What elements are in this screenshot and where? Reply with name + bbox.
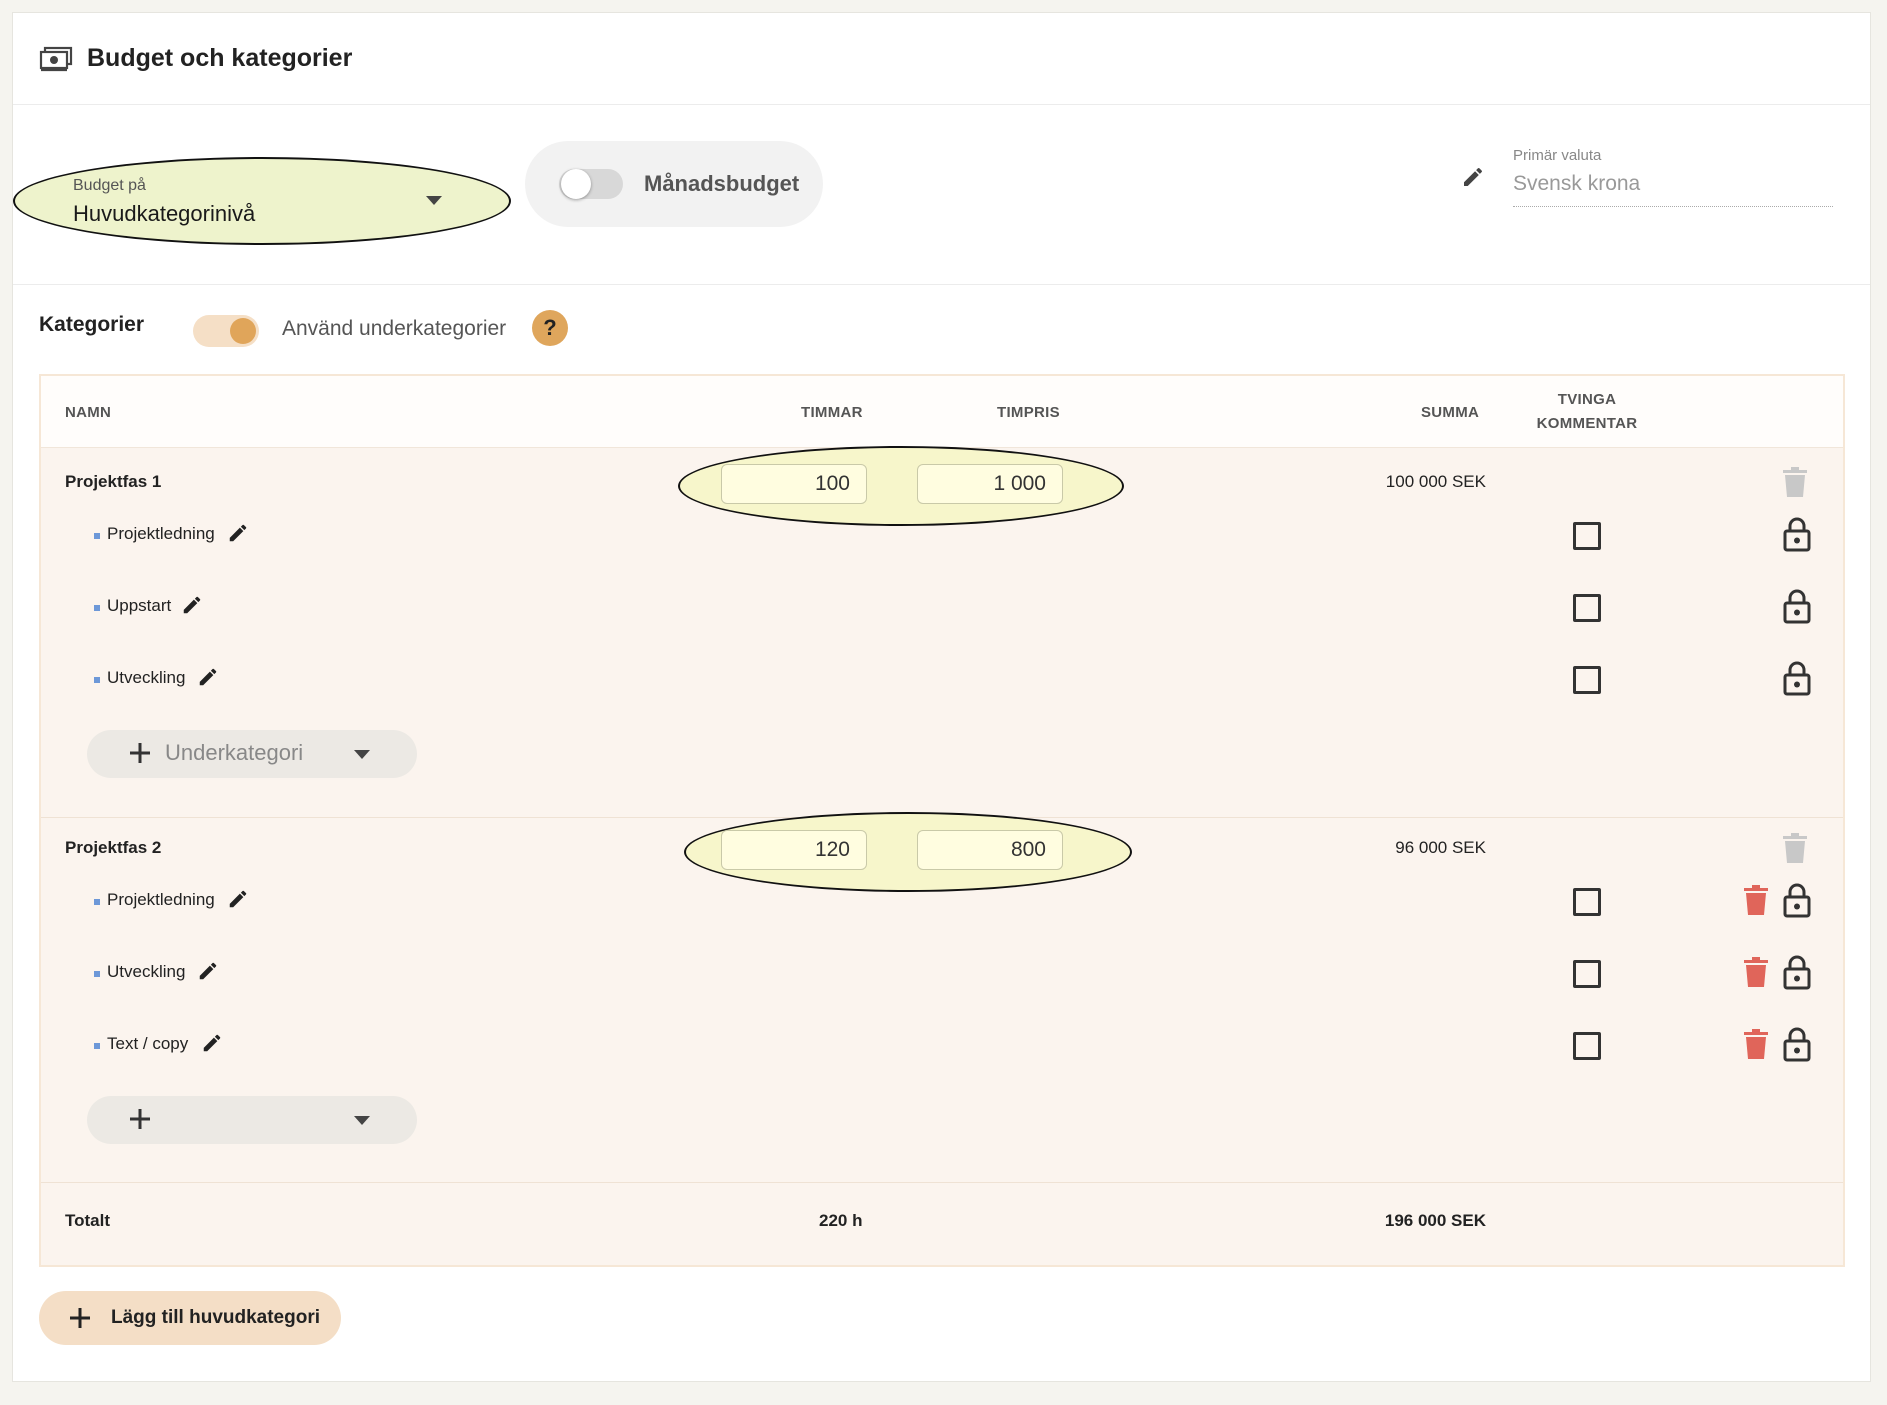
column-force-comment: TVINGA KOMMENTAR bbox=[1531, 388, 1643, 436]
subcategory-row: Text / copy bbox=[41, 1010, 1843, 1082]
monthly-budget-label: Månadsbudget bbox=[644, 171, 800, 196]
force-comment-checkbox[interactable] bbox=[1573, 594, 1601, 622]
subcategory-name: Projektledning bbox=[107, 890, 215, 909]
budget-card: Budget och kategorier Budget på Huvudkat… bbox=[12, 12, 1871, 1382]
currency-field[interactable]: Primär valuta Svensk krona bbox=[1513, 147, 1833, 207]
lock-icon[interactable] bbox=[1782, 954, 1812, 990]
column-force-comment-line1: TVINGA bbox=[1557, 391, 1617, 408]
lock-icon[interactable] bbox=[1782, 882, 1812, 918]
plus-icon bbox=[70, 1308, 90, 1328]
currency-label: Primär valuta bbox=[1513, 147, 1602, 164]
subcategory-row: Utveckling bbox=[41, 938, 1843, 1010]
use-subcategories-label: Använd underkategorier bbox=[282, 317, 507, 340]
add-main-category-button[interactable]: Lägg till huvudkategori bbox=[39, 1291, 341, 1345]
card-header: Budget och kategorier bbox=[13, 13, 1870, 105]
trash-icon[interactable] bbox=[1744, 957, 1768, 987]
trash-icon[interactable] bbox=[1744, 885, 1768, 915]
chevron-down-icon bbox=[426, 196, 442, 205]
budget-on-value: Huvudkategorinivå bbox=[73, 201, 256, 226]
bullet bbox=[94, 971, 100, 977]
chevron-down-icon bbox=[354, 1116, 370, 1125]
plus-icon bbox=[130, 743, 150, 763]
column-force-comment-line2: KOMMENTAR bbox=[1536, 415, 1638, 432]
total-sum: 196 000 SEK bbox=[1384, 1211, 1486, 1230]
category-sum: 100 000 SEK bbox=[1385, 472, 1486, 491]
subcategory-name: Utveckling bbox=[107, 962, 186, 981]
add-subcategory-label: Underkategori bbox=[165, 740, 304, 765]
subcategory-row: Projektledning bbox=[41, 866, 1843, 938]
add-subcategory-button[interactable]: Underkategori bbox=[87, 730, 417, 778]
pencil-icon[interactable] bbox=[181, 594, 203, 616]
categories-header: Kategorier Använd underkategorier ? bbox=[13, 285, 1870, 375]
pencil-icon[interactable] bbox=[227, 888, 249, 910]
force-comment-checkbox[interactable] bbox=[1573, 666, 1601, 694]
main-category-name: Projektfas 2 bbox=[65, 838, 162, 857]
category-group: Projektfas 1 100 1 000 100 000 SEK Proje… bbox=[41, 446, 1843, 778]
hours-input[interactable]: 120 bbox=[721, 830, 867, 870]
monthly-budget-toggle[interactable] bbox=[559, 169, 623, 199]
bullet bbox=[94, 1043, 100, 1049]
bullet bbox=[94, 899, 100, 905]
subcategory-row: Projektledning bbox=[41, 500, 1843, 572]
use-subcategories-toggle[interactable] bbox=[193, 315, 259, 347]
category-group: Projektfas 2 120 800 96 000 SEK Projektl… bbox=[41, 812, 1843, 1174]
budget-on-select[interactable]: Budget på Huvudkategorinivå bbox=[13, 157, 513, 247]
toggle-knob bbox=[561, 169, 591, 199]
lock-icon[interactable] bbox=[1782, 1026, 1812, 1062]
subcategory-name: Utveckling bbox=[107, 668, 186, 687]
lock-icon[interactable] bbox=[1782, 588, 1812, 624]
hours-input[interactable]: 100 bbox=[721, 464, 867, 504]
help-icon[interactable]: ? bbox=[532, 310, 568, 346]
pencil-icon[interactable] bbox=[197, 666, 219, 688]
currency-value: Svensk krona bbox=[1513, 172, 1833, 207]
trash-icon[interactable] bbox=[1783, 467, 1807, 497]
subcategory-name: Text / copy bbox=[107, 1034, 189, 1053]
toggle-knob bbox=[230, 318, 256, 344]
pencil-icon[interactable] bbox=[1461, 165, 1485, 189]
bullet bbox=[94, 677, 100, 683]
trash-icon[interactable] bbox=[1783, 833, 1807, 863]
force-comment-checkbox[interactable] bbox=[1573, 888, 1601, 916]
total-hours: 220 h bbox=[819, 1211, 863, 1230]
main-category-name: Projektfas 1 bbox=[65, 472, 162, 491]
force-comment-checkbox[interactable] bbox=[1573, 960, 1601, 988]
total-row: Totalt 220 h 196 000 SEK bbox=[41, 1182, 1843, 1267]
budget-table: NAMN TIMMAR TIMPRIS SUMMA TVINGA KOMMENT… bbox=[39, 374, 1845, 1267]
rate-input[interactable]: 800 bbox=[917, 830, 1063, 870]
plus-icon bbox=[130, 1109, 150, 1129]
add-main-category-label: Lägg till huvudkategori bbox=[111, 1307, 321, 1328]
force-comment-checkbox[interactable] bbox=[1573, 1032, 1601, 1060]
pencil-icon[interactable] bbox=[197, 960, 219, 982]
pencil-icon[interactable] bbox=[227, 522, 249, 544]
column-rate: TIMPRIS bbox=[997, 404, 1060, 421]
bullet bbox=[94, 533, 100, 539]
force-comment-checkbox[interactable] bbox=[1573, 522, 1601, 550]
subcategory-name: Projektledning bbox=[107, 524, 215, 543]
subcategory-row: Utveckling bbox=[41, 644, 1843, 716]
subcategory-name: Uppstart bbox=[107, 596, 172, 615]
add-subcategory-button[interactable] bbox=[87, 1096, 417, 1144]
budget-on-label: Budget på bbox=[73, 177, 146, 194]
lock-icon[interactable] bbox=[1782, 660, 1812, 696]
subcategory-row: Uppstart bbox=[41, 572, 1843, 644]
table-header: NAMN TIMMAR TIMPRIS SUMMA TVINGA KOMMENT… bbox=[41, 376, 1843, 448]
page-title: Budget och kategorier bbox=[87, 44, 353, 72]
total-label: Totalt bbox=[65, 1211, 111, 1230]
column-name: NAMN bbox=[65, 404, 112, 421]
column-sum: SUMMA bbox=[1421, 404, 1480, 421]
trash-icon[interactable] bbox=[1744, 1029, 1768, 1059]
money-icon bbox=[39, 46, 73, 71]
monthly-budget-toggle-group: Månadsbudget bbox=[525, 141, 823, 227]
categories-title: Kategorier bbox=[39, 313, 145, 336]
category-sum: 96 000 SEK bbox=[1395, 838, 1486, 857]
pencil-icon[interactable] bbox=[201, 1032, 223, 1054]
column-hours: TIMMAR bbox=[801, 404, 863, 421]
bullet bbox=[94, 605, 100, 611]
rate-input[interactable]: 1 000 bbox=[917, 464, 1063, 504]
lock-icon[interactable] bbox=[1782, 516, 1812, 552]
budget-settings: Budget på Huvudkategorinivå Månadsbudget… bbox=[13, 105, 1870, 285]
chevron-down-icon bbox=[354, 750, 370, 759]
